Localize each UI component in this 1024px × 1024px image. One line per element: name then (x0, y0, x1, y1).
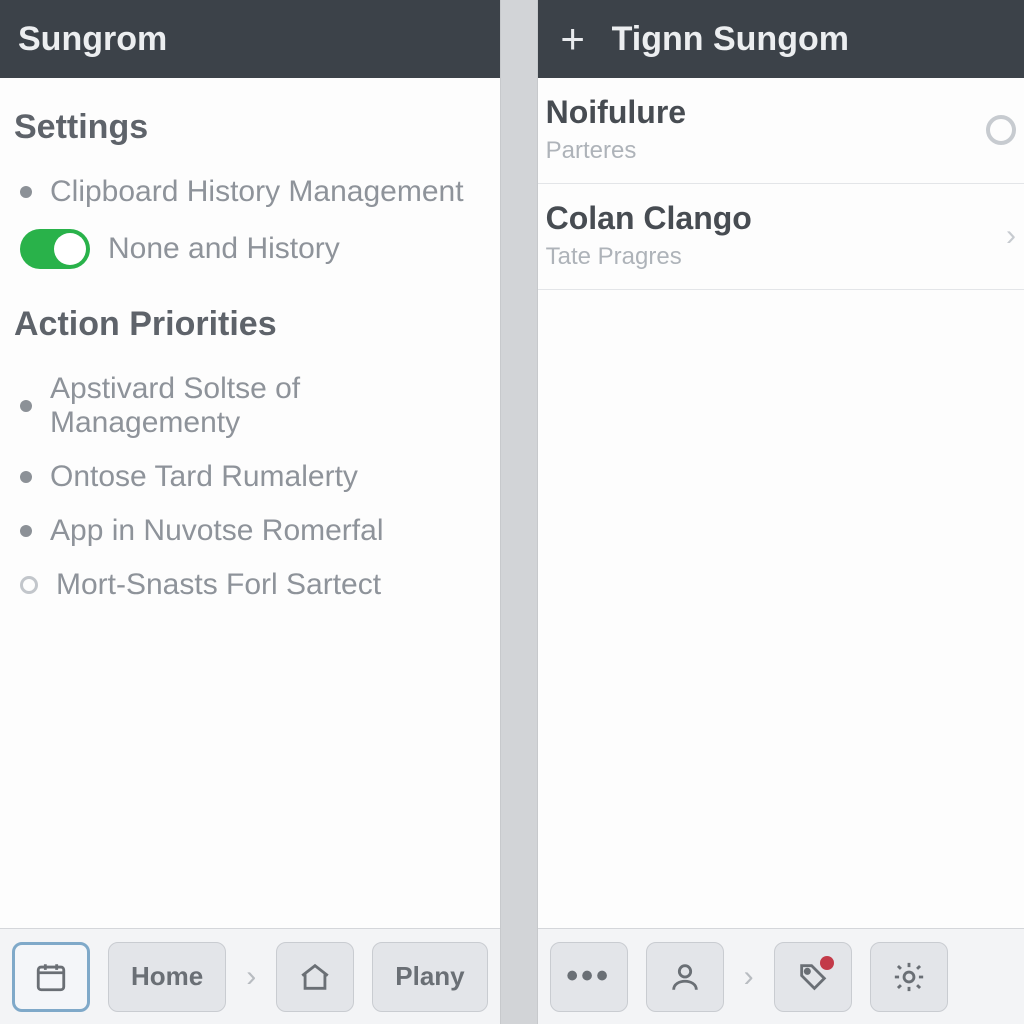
footer-button-label: Plany (395, 961, 464, 992)
chevron-right-icon: › (1006, 219, 1016, 253)
bullet-icon (20, 186, 32, 198)
priority-item-label: Ontose Tard Rumalerty (50, 460, 358, 494)
bullet-icon (20, 471, 32, 483)
left-footer: Home › Plany (0, 928, 500, 1024)
settings-item-clipboard[interactable]: Clipboard History Management (14, 165, 486, 219)
footer-tag-button[interactable] (774, 942, 852, 1012)
priority-item-label: App in Nuvotse Romerfal (50, 514, 384, 548)
list-item-subtitle: Tate Pragres (546, 243, 752, 271)
priority-item[interactable]: Ontose Tard Rumalerty (14, 450, 486, 504)
footer-button-label: Home (131, 961, 203, 992)
footer-gear-button[interactable] (870, 942, 948, 1012)
list-item[interactable]: Colan Clango Tate Pragres › (538, 184, 1024, 290)
list-item-subtitle: Parteres (546, 137, 686, 165)
priority-item-label: Apstivard Soltse of Managementy (50, 372, 480, 440)
left-pane: Sungrom Settings Clipboard History Manag… (0, 0, 501, 1024)
right-footer: ••• › (538, 928, 1024, 1024)
footer-person-button[interactable] (646, 942, 724, 1012)
footer-plany-button[interactable]: Plany (372, 942, 487, 1012)
gear-icon (892, 960, 926, 994)
bullet-icon (20, 400, 32, 412)
left-header-title: Sungrom (18, 20, 167, 59)
chevron-right-icon: › (244, 960, 258, 994)
ring-icon (986, 115, 1016, 145)
items-list: Noifulure Parteres Colan Clango Tate Pra… (538, 78, 1024, 290)
toggle-knob (54, 233, 86, 265)
home-icon (298, 960, 332, 994)
footer-house-button[interactable] (276, 942, 354, 1012)
priority-item[interactable]: Mort-Snasts Forl Sartect (14, 558, 486, 612)
footer-more-button[interactable]: ••• (550, 942, 628, 1012)
person-icon (668, 960, 702, 994)
bullet-icon (20, 525, 32, 537)
toggle-switch[interactable] (20, 229, 90, 269)
right-body: Noifulure Parteres Colan Clango Tate Pra… (538, 78, 1024, 928)
right-header-title: Tignn Sungom (612, 20, 849, 59)
circle-open-icon (20, 576, 38, 594)
list-item-title: Noifulure (546, 94, 686, 131)
right-header: + Tignn Sungom (538, 0, 1024, 78)
section-heading-settings: Settings (14, 108, 486, 147)
priority-item-label: Mort-Snasts Forl Sartect (56, 568, 381, 602)
settings-item-label: None and History (108, 232, 340, 266)
section-heading-priorities: Action Priorities (14, 305, 486, 344)
footer-calendar-button[interactable] (12, 942, 90, 1012)
tag-icon (796, 960, 830, 994)
settings-item-label: Clipboard History Management (50, 175, 464, 209)
priority-item[interactable]: Apstivard Soltse of Managementy (14, 362, 486, 450)
left-body: Settings Clipboard History Management No… (0, 78, 500, 928)
calendar-icon (34, 960, 68, 994)
list-item-title: Colan Clango (546, 200, 752, 237)
settings-item-toggle[interactable]: None and History (14, 219, 486, 279)
right-pane: + Tignn Sungom Noifulure Parteres Colan … (537, 0, 1024, 1024)
left-header: Sungrom (0, 0, 500, 78)
chevron-right-icon: › (742, 960, 756, 994)
priority-item[interactable]: App in Nuvotse Romerfal (14, 504, 486, 558)
footer-home-button[interactable]: Home (108, 942, 226, 1012)
list-item[interactable]: Noifulure Parteres (538, 78, 1024, 184)
more-icon: ••• (566, 957, 611, 996)
plus-icon[interactable]: + (556, 22, 590, 56)
